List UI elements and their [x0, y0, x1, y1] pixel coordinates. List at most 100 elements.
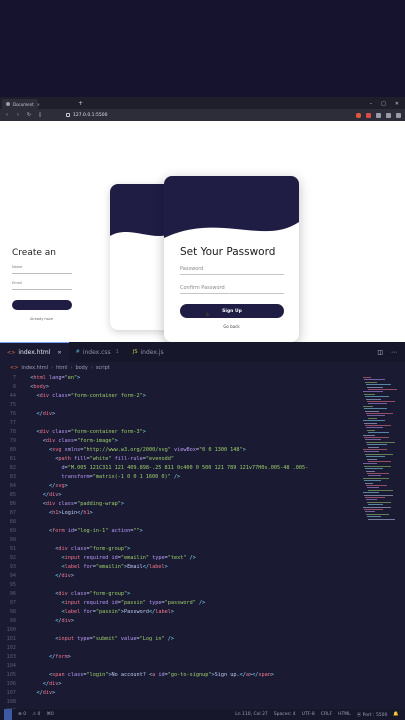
code-text: <div class="form-image">: [42, 437, 118, 444]
code-line[interactable]: 86 <div class="padding-wrap">: [0, 499, 124, 508]
code-line[interactable]: 88: [0, 517, 24, 526]
next-button[interactable]: [12, 300, 72, 310]
cursor-position[interactable]: Ln 110, Col 27: [235, 712, 268, 717]
line-number: 93: [9, 563, 16, 570]
window-controls: – □ ✕: [370, 99, 405, 109]
address-bar[interactable]: 127.0.0.1:5500: [62, 111, 111, 119]
code-line[interactable]: 7 <html lang="en">: [0, 373, 80, 382]
code-line[interactable]: 108: [0, 697, 24, 706]
split-editor-icon[interactable]: ◫: [377, 349, 383, 356]
error-count[interactable]: ⊗ 0: [18, 712, 26, 717]
css-file-icon: #: [75, 349, 80, 355]
breadcrumb-item[interactable]: html: [56, 365, 67, 371]
code-line[interactable]: 95: [0, 580, 24, 589]
code-line[interactable]: 97 <input required id="passin" type="pas…: [0, 598, 205, 607]
menu-icon[interactable]: [396, 112, 401, 118]
remote-icon[interactable]: [4, 709, 12, 720]
login-link[interactable]: Already have: [30, 317, 53, 321]
code-line[interactable]: 104: [0, 661, 24, 670]
line-number: 80: [9, 446, 16, 453]
code-line[interactable]: 100: [0, 625, 24, 634]
code-line[interactable]: 78 <div class="form-container form-3">: [0, 427, 146, 436]
reload-icon[interactable]: ↻: [26, 112, 32, 118]
code-line[interactable]: 106 </div>: [0, 679, 62, 688]
close-window-icon[interactable]: ✕: [395, 101, 399, 107]
ports-icon[interactable]: ⌘0: [46, 712, 53, 717]
code-line[interactable]: 89 <form id="log-in-1" action="">: [0, 526, 143, 535]
password-input[interactable]: [180, 263, 284, 275]
warning-count[interactable]: ⚠ 0: [32, 712, 40, 717]
code-line[interactable]: 85 </div>: [0, 490, 62, 499]
shield-icon[interactable]: [356, 112, 361, 118]
code-line[interactable]: 103 </form>: [0, 652, 71, 661]
code-line[interactable]: 94 </div>: [0, 571, 74, 580]
code-line[interactable]: 82 d="M.005 121C311 121 409.898-.25 811 …: [0, 463, 308, 472]
code-line[interactable]: 107 </div>: [0, 688, 56, 697]
breadcrumb-item[interactable]: script: [96, 365, 110, 371]
code-line[interactable]: 87 <h1>Login</h1>: [0, 508, 93, 517]
breadcrumb-item[interactable]: body: [75, 365, 87, 371]
code-line[interactable]: 96 <div class="form-group">: [0, 589, 130, 598]
page-title: Set Your Password: [180, 246, 276, 258]
code-line[interactable]: 8 <body>: [0, 382, 49, 391]
code-line[interactable]: 79 <div class="form-image">: [0, 436, 118, 445]
line-number: 84: [9, 482, 16, 489]
maximize-icon[interactable]: □: [381, 101, 386, 107]
live-server-port[interactable]: ⦿ Port : 5500: [357, 712, 388, 718]
code-line[interactable]: 76 </div>: [0, 409, 56, 418]
code-area[interactable]: 7 <html lang="en"> 8 <body> 44 <div class=…: [0, 373, 405, 714]
browser-tab[interactable]: Document ✕: [2, 99, 40, 109]
tab-index-html[interactable]: <> index.html ✕: [0, 342, 69, 362]
code-line[interactable]: 44 <div class="form-container form-2">: [0, 391, 146, 400]
email-field[interactable]: [12, 289, 72, 290]
back-icon[interactable]: ‹: [4, 112, 10, 118]
close-icon[interactable]: ✕: [37, 102, 40, 107]
code-line[interactable]: 101 <input type="submit" value="Log in" …: [0, 634, 174, 643]
bookmark-icon[interactable]: ▯: [37, 112, 43, 118]
line-number: 89: [9, 527, 16, 534]
encoding[interactable]: UTF-8: [302, 712, 315, 717]
indentation[interactable]: Spaces: 4: [274, 712, 296, 717]
confirm-password-input[interactable]: [180, 282, 284, 294]
code-line[interactable]: 98 <label for="passin">Password</label>: [0, 607, 174, 616]
code-line[interactable]: 81 <path fill="white" fill-rule="evenodd…: [0, 454, 174, 463]
go-back-link[interactable]: Go back: [164, 324, 299, 329]
code-text: <div class="padding-wrap">: [42, 500, 124, 507]
language-mode[interactable]: HTML: [338, 712, 351, 717]
line-number: 7: [12, 374, 16, 381]
code-line[interactable]: 99 </div>: [0, 616, 74, 625]
more-icon[interactable]: ⋯: [391, 349, 397, 356]
line-number: 79: [9, 437, 16, 444]
code-line[interactable]: 77: [0, 418, 24, 427]
close-icon[interactable]: ✕: [57, 350, 61, 356]
name-field[interactable]: [12, 273, 72, 274]
breadcrumb-item[interactable]: index.html: [21, 365, 48, 371]
code-line[interactable]: 83 transform="matrix(-1 0 0 1 1600 0)" /…: [0, 472, 180, 481]
code-text: </div>: [36, 689, 56, 696]
code-line[interactable]: 93 <label for="emailin">Email</label>: [0, 562, 168, 571]
line-number: 106: [6, 680, 16, 687]
code-line[interactable]: 91 <div class="form-group">: [0, 544, 130, 553]
minimize-icon[interactable]: –: [370, 101, 373, 107]
tab-index-js[interactable]: JS index.js: [126, 342, 171, 362]
line-number: 104: [6, 662, 16, 669]
code-line[interactable]: 102: [0, 643, 24, 652]
code-line[interactable]: 75: [0, 400, 24, 409]
sidebar-icon[interactable]: [376, 112, 381, 118]
code-line[interactable]: 92 <input required id="emailin" type="te…: [0, 553, 196, 562]
code-line[interactable]: 105 <span class="login">No account? <a i…: [0, 670, 274, 679]
line-ending[interactable]: CRLF: [321, 712, 332, 717]
tab-index-css[interactable]: # index.css 1: [69, 342, 126, 362]
notifications-icon[interactable]: 🔔: [393, 712, 399, 717]
minimap[interactable]: [363, 377, 397, 527]
status-bar: ⊗ 0 ⚠ 0 ⌘0 Ln 110, Col 27 Spaces: 4 UTF-…: [0, 709, 405, 720]
code-line[interactable]: 80 <svg xmlns="http://www.w3.org/2000/sv…: [0, 445, 246, 454]
forward-icon[interactable]: ›: [15, 112, 21, 118]
code-line[interactable]: 84 </svg>: [0, 481, 68, 490]
code-line[interactable]: 90: [0, 535, 24, 544]
rewards-icon[interactable]: [366, 112, 371, 118]
line-number: 107: [6, 689, 16, 696]
wallet-icon[interactable]: [386, 112, 391, 118]
sign-up-button[interactable]: Sign Up: [180, 304, 284, 318]
new-tab-icon[interactable]: +: [78, 99, 83, 109]
